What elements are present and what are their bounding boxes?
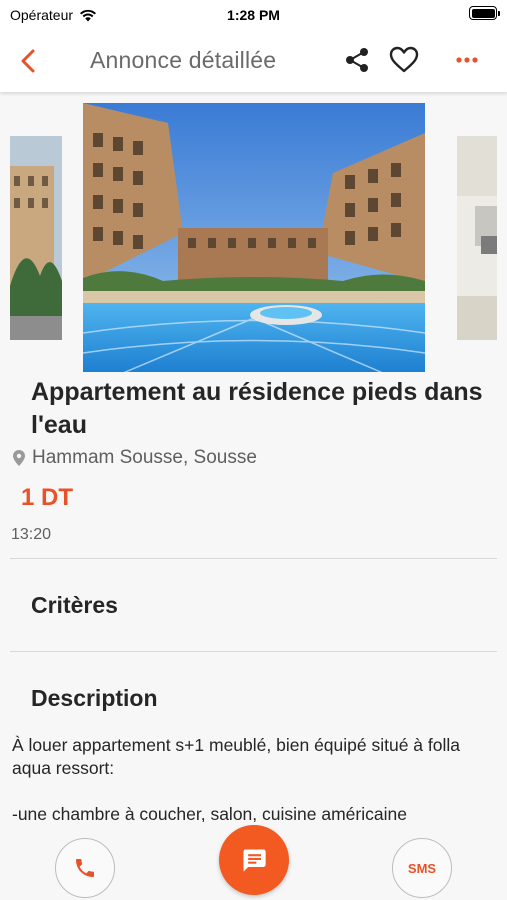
more-button[interactable] bbox=[454, 45, 480, 75]
divider bbox=[10, 558, 497, 559]
listing-location: Hammam Sousse, Sousse bbox=[12, 447, 257, 469]
building-photo bbox=[10, 136, 62, 340]
image-gallery[interactable] bbox=[0, 92, 507, 372]
bottom-action-bar: SMS bbox=[0, 822, 507, 900]
residence-pool-photo bbox=[83, 103, 425, 372]
phone-icon bbox=[76, 859, 94, 877]
location-pin-icon bbox=[13, 450, 25, 466]
description-section-title: Description bbox=[31, 685, 158, 711]
back-button[interactable] bbox=[14, 46, 44, 76]
description-paragraph: À louer appartement s+1 meublé, bien équ… bbox=[12, 735, 461, 778]
sms-button[interactable]: SMS bbox=[392, 838, 452, 898]
share-button[interactable] bbox=[343, 45, 371, 75]
call-button[interactable] bbox=[55, 838, 115, 898]
listing-title: Appartement au résidence pieds dans l'ea… bbox=[31, 378, 483, 439]
status-bar: Opérateur 1:28 PM bbox=[0, 0, 507, 30]
page-title: Annonce détaillée bbox=[90, 47, 277, 73]
location-text: Hammam Sousse, Sousse bbox=[32, 447, 257, 468]
heart-icon bbox=[389, 46, 419, 73]
listing-price: 1 DT bbox=[21, 484, 74, 511]
back-arrow-icon bbox=[21, 49, 35, 73]
gallery-image-current[interactable] bbox=[83, 103, 425, 372]
interior-photo bbox=[457, 136, 497, 340]
more-icon bbox=[456, 57, 478, 63]
battery-icon bbox=[469, 6, 500, 20]
criteria-section-title: Critères bbox=[31, 592, 118, 618]
gallery-image-previous[interactable] bbox=[10, 136, 62, 340]
chat-button[interactable] bbox=[219, 825, 289, 895]
clock: 1:28 PM bbox=[227, 7, 280, 23]
divider bbox=[10, 651, 497, 652]
chat-icon bbox=[243, 849, 266, 872]
share-icon bbox=[346, 48, 368, 72]
favorite-button[interactable] bbox=[388, 45, 420, 75]
nav-bar: Annonce détaillée bbox=[0, 30, 507, 92]
gallery-image-next[interactable] bbox=[457, 136, 497, 340]
listing-time: 13:20 bbox=[11, 526, 52, 543]
